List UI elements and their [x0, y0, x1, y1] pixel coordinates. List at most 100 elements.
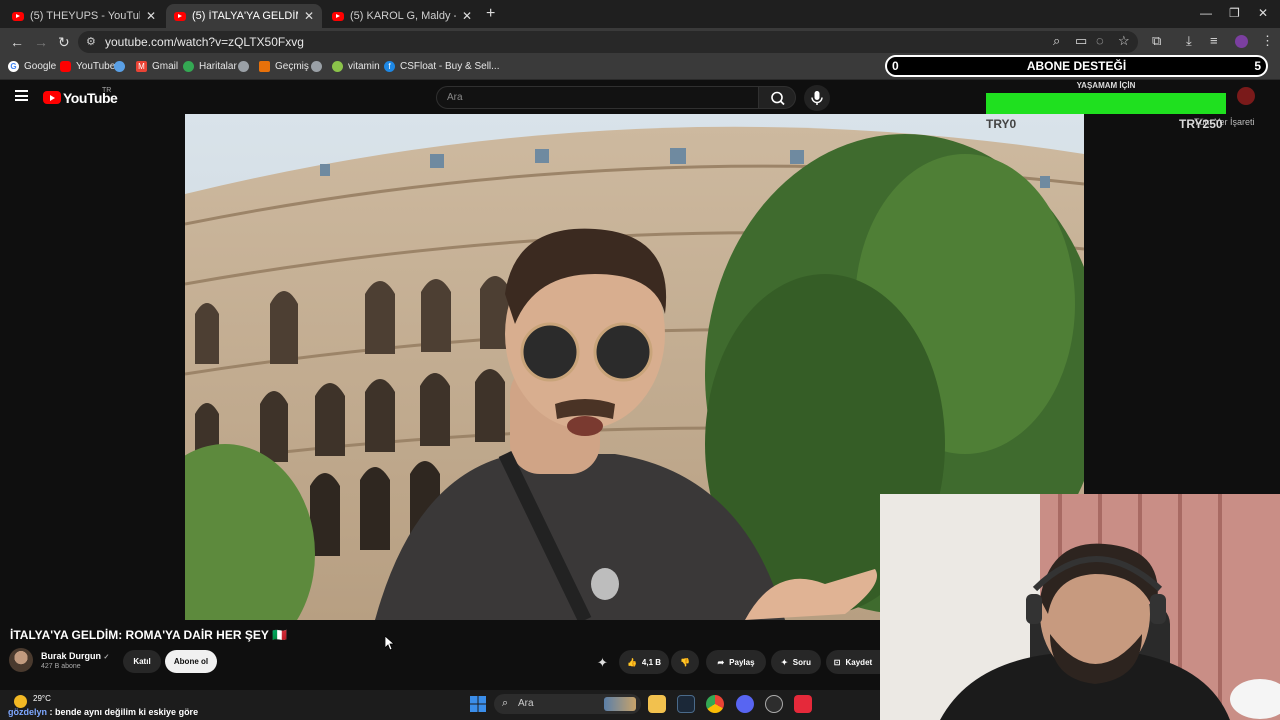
video-title: İTALYA'YA GELDİM: ROMA'YA DAİR HER ŞEY 🇮…: [10, 628, 287, 642]
cast-icon[interactable]: ▭: [1075, 33, 1087, 49]
bookmark-label: Google: [24, 61, 57, 72]
minimize-icon[interactable]: —: [1200, 6, 1212, 20]
url-text[interactable]: youtube.com/watch?v=zQLTX50Fxvg: [105, 35, 304, 49]
tab-italya-video[interactable]: (5) İTALYA'YA GELDİM: ROMA'YA ✕: [166, 4, 322, 28]
share-label: Paylaş: [729, 657, 755, 667]
tab-theyups[interactable]: (5) THEYUPS - YouTube ✕: [4, 4, 164, 28]
eye-off-icon[interactable]: ◌: [1096, 33, 1104, 48]
forward-icon[interactable]: →: [34, 34, 48, 50]
bookmark-icon: ⊡: [833, 657, 841, 667]
subscriber-count: 427 B abone: [41, 663, 81, 670]
save-button[interactable]: ⊡ Kaydet: [826, 650, 880, 674]
share-button[interactable]: ➦ Paylaş: [706, 650, 766, 674]
channel-name[interactable]: Burak Durgun ✓: [41, 651, 109, 661]
voice-search-button[interactable]: [804, 85, 830, 111]
extensions-icon[interactable]: ⧉: [1152, 33, 1161, 49]
donation-current: TRY0: [986, 117, 1017, 131]
bookmark-label: Haritalar: [199, 61, 237, 72]
search-highlight-icon: [604, 697, 636, 711]
donation-goal-title: YAŞAMAM İÇİN: [1076, 81, 1136, 90]
like-button[interactable]: 👍 4,1 B: [619, 650, 669, 674]
donation-progress-fill: [986, 93, 1226, 114]
address-bar[interactable]: ⚙ youtube.com/watch?v=zQLTX50Fxvg: [78, 31, 1138, 53]
goal-title: ABONE DESTEĞİ: [1026, 59, 1127, 73]
ask-button[interactable]: ✦ Soru: [771, 650, 821, 674]
bookmark-youtube[interactable]: YouTube: [60, 61, 115, 72]
youtube-logo-icon[interactable]: [43, 91, 61, 104]
restore-icon[interactable]: ❐: [1229, 6, 1240, 20]
chat-username: gözdelyn: [8, 707, 48, 717]
bookmark-csfloat[interactable]: f CSFloat - Buy & Sell...: [384, 61, 499, 72]
bookmark-label: vitamin: [348, 61, 380, 72]
bookmark-gmail[interactable]: M Gmail: [136, 61, 178, 72]
account-avatar-icon[interactable]: [1237, 87, 1255, 105]
dislike-button[interactable]: 👎: [671, 650, 699, 674]
discord-icon[interactable]: [736, 695, 754, 713]
window-close-icon[interactable]: ✕: [1258, 6, 1268, 20]
bookmark-label: CSFloat - Buy & Sell...: [400, 61, 500, 72]
bookmark-globe-2[interactable]: [311, 61, 327, 72]
thumbs-down-icon: 👎: [680, 657, 690, 667]
youtube-favicon-icon: [12, 11, 24, 21]
app-red-icon[interactable]: [794, 695, 812, 713]
profile-avatar-icon[interactable]: [1235, 35, 1248, 48]
globe-icon: [311, 61, 322, 72]
zoom-icon[interactable]: ⌕: [1053, 33, 1060, 49]
creator-hype-icon[interactable]: ✦: [597, 655, 608, 671]
bookmark-steam[interactable]: [114, 61, 130, 72]
country-code: TR: [102, 87, 112, 94]
search-button[interactable]: [758, 86, 796, 109]
taskbar-search-placeholder: Ara: [518, 698, 534, 709]
search-icon: [771, 91, 785, 106]
taskbar-search-input[interactable]: ⌕ Ara: [494, 694, 641, 714]
bookmark-globe[interactable]: [238, 61, 254, 72]
windows-start-icon[interactable]: [469, 695, 487, 713]
bookmark-history[interactable]: Geçmiş: [259, 61, 309, 72]
mouse-cursor-icon: [385, 636, 395, 651]
weather-temperature[interactable]: 29°C: [33, 694, 51, 703]
github-desktop-icon[interactable]: [765, 695, 783, 713]
tab-title: (5) THEYUPS - YouTube: [30, 10, 140, 22]
search-placeholder: Ara: [447, 92, 463, 103]
share-icon: ➦: [717, 657, 725, 667]
tab-close-icon[interactable]: ✕: [146, 9, 156, 23]
donation-target: TRY250: [1179, 117, 1223, 131]
steam-icon[interactable]: [677, 695, 695, 713]
chrome-icon[interactable]: [706, 695, 724, 713]
search-input[interactable]: Ara: [436, 86, 759, 109]
media-icon[interactable]: ≡: [1210, 33, 1218, 48]
browser-toolbar: ← → ↻ ⚙ youtube.com/watch?v=zQLTX50Fxvg …: [0, 28, 1280, 56]
site-info-icon[interactable]: ⚙: [86, 35, 96, 48]
download-icon[interactable]: ⤓: [1186, 33, 1192, 49]
more-menu-icon[interactable]: ⋮: [1261, 33, 1274, 49]
star-icon[interactable]: ☆: [1118, 33, 1130, 49]
tab-close-icon[interactable]: ✕: [462, 9, 472, 23]
google-icon: G: [8, 61, 19, 72]
channel-avatar[interactable]: [9, 648, 33, 672]
save-label: Kaydet: [845, 657, 873, 667]
tab-close-icon[interactable]: ✕: [304, 9, 314, 23]
tab-title: (5) İTALYA'YA GELDİM: ROMA'YA: [192, 10, 298, 22]
sparkle-icon: ✦: [781, 657, 788, 667]
csfloat-icon: f: [384, 61, 395, 72]
file-explorer-icon[interactable]: [648, 695, 666, 713]
chat-text: : bende aynı değilim ki eskiye göre: [47, 707, 199, 717]
streamer-webcam: [880, 494, 1280, 720]
join-button[interactable]: Katıl: [123, 650, 161, 673]
browser-tab-strip: (5) THEYUPS - YouTube ✕ (5) İTALYA'YA GE…: [0, 0, 1280, 28]
search-icon: ⌕: [502, 697, 509, 709]
subscribe-button[interactable]: Abone ol: [165, 650, 217, 673]
globe-icon: [238, 61, 249, 72]
channel-name-text: Burak Durgun: [41, 651, 102, 661]
reload-icon[interactable]: ↻: [58, 34, 70, 51]
bookmark-google[interactable]: G Google: [8, 61, 56, 72]
bookmark-maps[interactable]: Haritalar: [183, 61, 237, 72]
steam-icon: [114, 61, 125, 72]
bookmark-label: Gmail: [152, 61, 179, 72]
new-tab-button[interactable]: +: [486, 5, 495, 23]
hamburger-menu-icon[interactable]: [15, 90, 28, 101]
back-icon[interactable]: ←: [10, 34, 24, 50]
youtube-favicon-icon: [332, 11, 344, 21]
tab-karol-g[interactable]: (5) KAROL G, Maldy - Gatúbela ✕: [324, 4, 480, 28]
bookmark-vitamin[interactable]: vitamin: [332, 61, 380, 72]
